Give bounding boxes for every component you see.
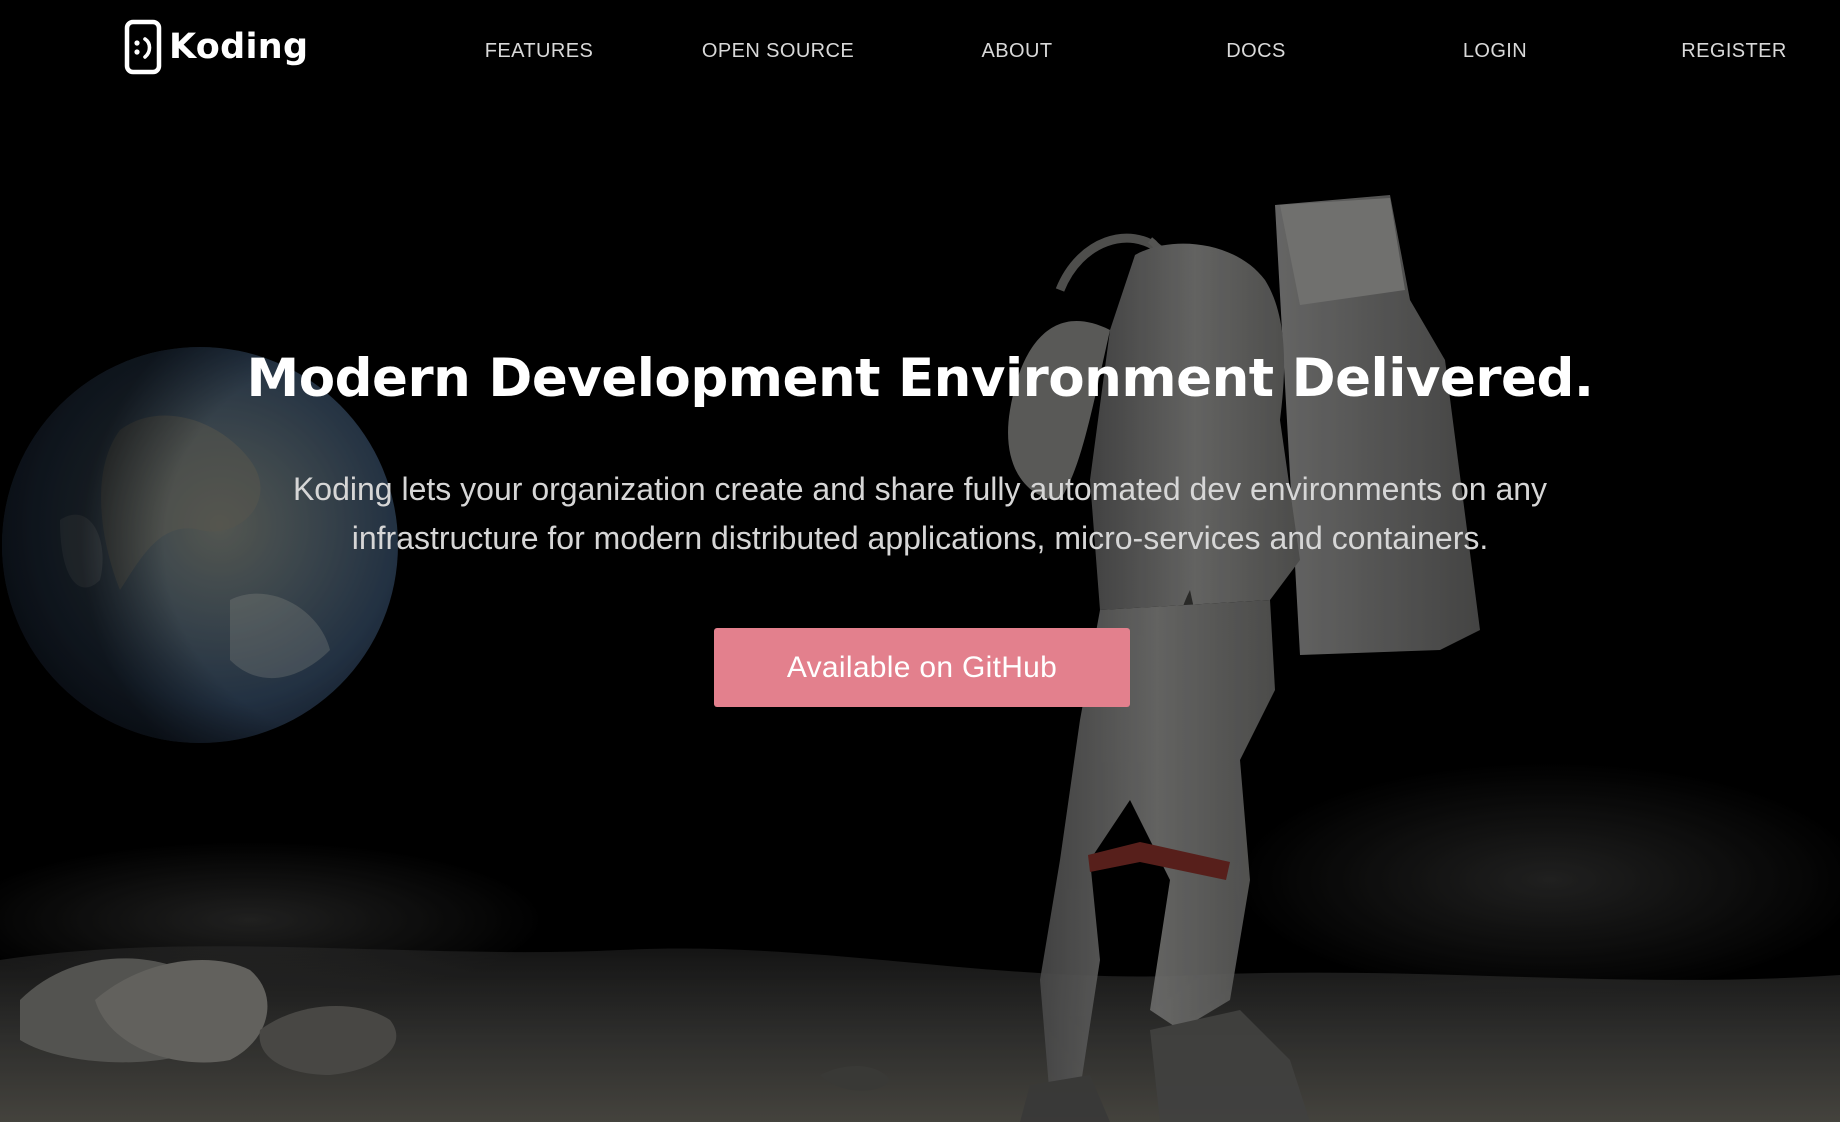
nav-link-docs[interactable]: DOCS	[1226, 40, 1285, 63]
hero-subheadline: Koding lets your organization create and…	[292, 471, 1548, 556]
nav-link-about[interactable]: ABOUT	[982, 40, 1053, 63]
nav-link-open-source[interactable]: OPEN SOURCE	[702, 40, 854, 63]
hero-section: Koding FEATURES OPEN SOURCE ABOUT DOCS L…	[0, 0, 1840, 1122]
github-cta-button[interactable]: Available on GitHub	[714, 628, 1130, 707]
nav-link-login[interactable]: LOGIN	[1463, 40, 1527, 63]
nav-link-features[interactable]: FEATURES	[485, 40, 593, 63]
hero-headline: Modern Development Environment Delivered…	[246, 348, 1594, 409]
koding-logo-link[interactable]: Koding	[124, 18, 308, 76]
koding-face-icon	[124, 19, 162, 75]
brand-name: Koding	[169, 27, 309, 67]
top-navigation: Koding FEATURES OPEN SOURCE ABOUT DOCS L…	[0, 0, 1840, 106]
nav-link-register[interactable]: REGISTER	[1681, 40, 1786, 63]
